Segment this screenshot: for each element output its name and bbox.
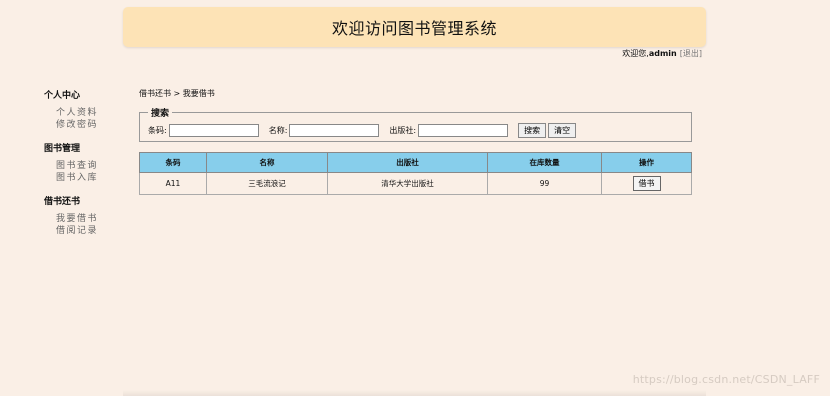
welcome-text: 欢迎您, bbox=[622, 49, 649, 58]
sidebar-item-profile[interactable]: 个人资料 bbox=[56, 107, 134, 119]
cell-stock: 99 bbox=[487, 172, 602, 195]
header-banner: 欢迎访问图书管理系统 bbox=[123, 7, 706, 47]
clear-button[interactable]: 清空 bbox=[548, 123, 577, 138]
search-button[interactable]: 搜索 bbox=[518, 123, 547, 138]
column-header-stock: 在库数量 bbox=[487, 152, 602, 173]
column-header-name: 名称 bbox=[206, 152, 328, 173]
publisher-label: 出版社: bbox=[389, 126, 417, 135]
cell-barcode: A11 bbox=[139, 172, 207, 195]
search-legend: 搜索 bbox=[151, 109, 170, 119]
breadcrumb: 借书还书 > 我要借书 bbox=[139, 89, 215, 98]
name-input[interactable] bbox=[289, 124, 380, 137]
page-title: 欢迎访问图书管理系统 bbox=[331, 19, 497, 38]
bottom-shadow bbox=[123, 390, 706, 396]
main-content: 借书还书 > 我要借书 搜索 条码: 名称: 出版社: 搜索 清空 条码 名称 … bbox=[139, 88, 692, 195]
username: admin bbox=[648, 49, 677, 58]
sidebar-group-books: 图书管理 bbox=[44, 144, 81, 154]
publisher-input[interactable] bbox=[418, 124, 509, 137]
sidebar-item-borrow-book[interactable]: 我要借书 bbox=[56, 213, 134, 225]
sidebar-item-borrow-records[interactable]: 借阅记录 bbox=[56, 225, 134, 237]
name-label: 名称: bbox=[268, 126, 288, 135]
barcode-input[interactable] bbox=[168, 124, 259, 137]
cell-name: 三毛流浪记 bbox=[206, 172, 328, 195]
welcome-bar: 欢迎您,admin [退出] bbox=[622, 48, 702, 59]
sidebar-group-personal: 个人中心 bbox=[44, 91, 81, 101]
watermark: https://blog.csdn.net/CSDN_LAFF bbox=[632, 373, 820, 386]
search-panel: 搜索 条码: 名称: 出版社: 搜索 清空 bbox=[139, 106, 692, 142]
column-header-barcode: 条码 bbox=[139, 152, 207, 173]
books-table: 条码 名称 出版社 在库数量 操作 A11 三毛流浪记 清华大学出版社 99 借… bbox=[139, 152, 692, 195]
search-row: 条码: 名称: 出版社: 搜索 清空 bbox=[148, 123, 683, 138]
sidebar-item-book-search[interactable]: 图书查询 bbox=[56, 160, 134, 172]
sidebar-group-borrow-return: 借书还书 bbox=[44, 197, 81, 207]
logout-link[interactable]: [退出] bbox=[680, 49, 702, 58]
cell-publisher: 清华大学出版社 bbox=[327, 172, 488, 195]
column-header-publisher: 出版社 bbox=[327, 152, 488, 173]
barcode-label: 条码: bbox=[148, 126, 167, 135]
borrow-button[interactable]: 借书 bbox=[632, 176, 661, 191]
table-row: A11 三毛流浪记 清华大学出版社 99 借书 bbox=[139, 172, 692, 195]
column-header-action: 操作 bbox=[601, 152, 692, 173]
sidebar-item-book-stock-in[interactable]: 图书入库 bbox=[56, 172, 134, 184]
sidebar-item-change-password[interactable]: 修改密码 bbox=[56, 119, 134, 131]
table-header-row: 条码 名称 出版社 在库数量 操作 bbox=[139, 152, 692, 173]
cell-action: 借书 bbox=[601, 172, 692, 195]
sidebar: 个人中心 个人资料 修改密码 图书管理 图书查询 图书入库 借书还书 我要借书 … bbox=[44, 88, 134, 237]
